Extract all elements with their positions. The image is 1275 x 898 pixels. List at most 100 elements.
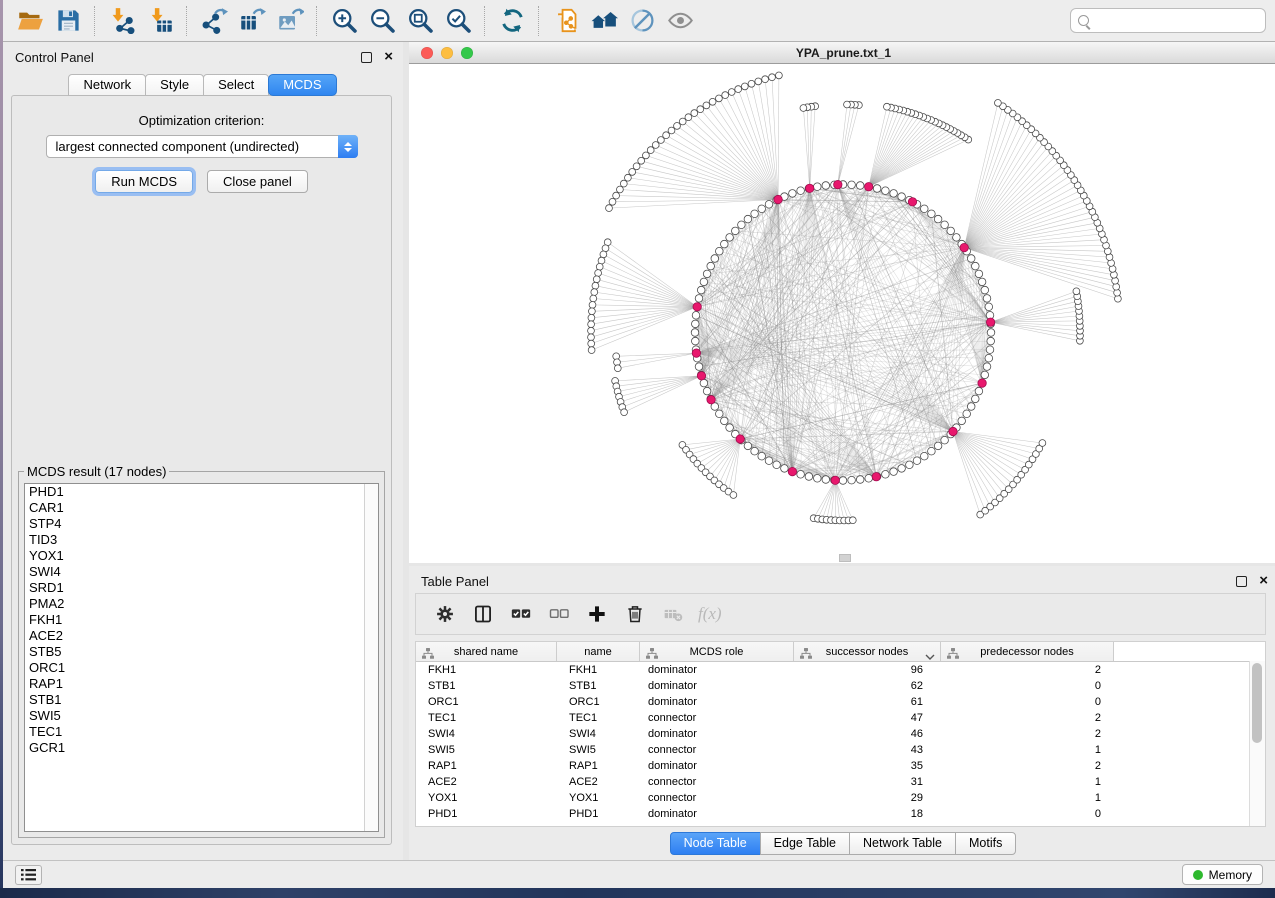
table-row[interactable]: FKH1FKH1dominator962 bbox=[416, 662, 1265, 678]
mcds-result-item[interactable]: TEC1 bbox=[25, 724, 378, 740]
cell[interactable]: dominator bbox=[640, 726, 794, 742]
mcds-result-item[interactable]: CAR1 bbox=[25, 500, 378, 516]
cell[interactable]: ACE2 bbox=[416, 774, 557, 790]
cell[interactable]: dominator bbox=[640, 806, 794, 822]
tab-edge-table[interactable]: Edge Table bbox=[760, 832, 850, 855]
mcds-result-item[interactable]: STP4 bbox=[25, 516, 378, 532]
tab-mcds[interactable]: MCDS bbox=[268, 74, 336, 96]
settings-gear-button[interactable] bbox=[432, 602, 457, 627]
zoom-fit-button[interactable] bbox=[401, 3, 439, 39]
mcds-result-item[interactable]: ACE2 bbox=[25, 628, 378, 644]
close-panel-icon[interactable]: × bbox=[384, 52, 393, 62]
cell[interactable]: STB1 bbox=[557, 678, 640, 694]
add-button[interactable] bbox=[584, 602, 609, 627]
cell[interactable]: 43 bbox=[794, 742, 941, 758]
cell[interactable]: SWI4 bbox=[416, 726, 557, 742]
import-network-button[interactable] bbox=[103, 3, 141, 39]
memory-button[interactable]: Memory bbox=[1182, 864, 1263, 885]
float-panel-icon[interactable] bbox=[1236, 576, 1247, 587]
mcds-result-item[interactable]: STB1 bbox=[25, 692, 378, 708]
column-layout-button[interactable] bbox=[470, 602, 495, 627]
mcds-result-item[interactable]: SWI4 bbox=[25, 564, 378, 580]
tab-node-table[interactable]: Node Table bbox=[670, 832, 761, 855]
cell[interactable]: 1 bbox=[941, 742, 1114, 758]
table-row[interactable]: SWI5SWI5connector431 bbox=[416, 742, 1265, 758]
mcds-result-item[interactable]: ORC1 bbox=[25, 660, 378, 676]
mcds-result-item[interactable]: TID3 bbox=[25, 532, 378, 548]
cell[interactable]: 18 bbox=[794, 806, 941, 822]
tab-style[interactable]: Style bbox=[145, 74, 204, 96]
clone-network-button[interactable] bbox=[547, 3, 585, 39]
mcds-result-item[interactable]: STB5 bbox=[25, 644, 378, 660]
table-row[interactable]: ORC1ORC1dominator610 bbox=[416, 694, 1265, 710]
cell[interactable]: SWI5 bbox=[557, 742, 640, 758]
mcds-result-item[interactable]: FKH1 bbox=[25, 612, 378, 628]
mcds-result-item[interactable]: YOX1 bbox=[25, 548, 378, 564]
column-header-MCDS-role[interactable]: MCDS role bbox=[640, 642, 794, 661]
export-image-button[interactable] bbox=[271, 3, 309, 39]
cell[interactable]: SWI4 bbox=[557, 726, 640, 742]
cell[interactable]: 1 bbox=[941, 774, 1114, 790]
cell[interactable]: 46 bbox=[794, 726, 941, 742]
save-session-button[interactable] bbox=[49, 3, 87, 39]
tab-motifs[interactable]: Motifs bbox=[955, 832, 1016, 855]
cell[interactable]: YOX1 bbox=[557, 790, 640, 806]
column-header-predecessor-nodes[interactable]: predecessor nodes bbox=[941, 642, 1114, 661]
cell[interactable]: FKH1 bbox=[557, 662, 640, 678]
cell[interactable]: 0 bbox=[941, 806, 1114, 822]
cell[interactable]: RAP1 bbox=[416, 758, 557, 774]
sort-caret-icon[interactable] bbox=[925, 648, 935, 655]
cell[interactable]: TEC1 bbox=[416, 710, 557, 726]
mcds-result-item[interactable]: GCR1 bbox=[25, 740, 378, 756]
table-scrollbar[interactable] bbox=[1249, 661, 1265, 826]
scrollbar-thumb[interactable] bbox=[1252, 663, 1262, 743]
delete-table-button[interactable] bbox=[660, 602, 685, 627]
mcds-result-item[interactable]: PMA2 bbox=[25, 596, 378, 612]
column-header-successor-nodes[interactable]: successor nodes bbox=[794, 642, 941, 661]
table-row[interactable]: STB1STB1dominator620 bbox=[416, 678, 1265, 694]
run-mcds-button[interactable]: Run MCDS bbox=[95, 170, 193, 193]
cell[interactable]: dominator bbox=[640, 678, 794, 694]
table-row[interactable]: PHD1PHD1dominator180 bbox=[416, 806, 1265, 822]
cell[interactable]: 31 bbox=[794, 774, 941, 790]
refresh-layout-button[interactable] bbox=[493, 3, 531, 39]
column-header-shared-name[interactable]: shared name bbox=[416, 642, 557, 661]
network-canvas[interactable] bbox=[409, 64, 1275, 563]
cell[interactable]: 2 bbox=[941, 662, 1114, 678]
zoom-selected-button[interactable] bbox=[439, 3, 477, 39]
close-panel-icon[interactable]: × bbox=[1259, 576, 1268, 586]
cell[interactable]: 96 bbox=[794, 662, 941, 678]
column-header-name[interactable]: name bbox=[557, 642, 640, 661]
task-history-button[interactable] bbox=[15, 865, 42, 885]
tab-select[interactable]: Select bbox=[203, 74, 269, 96]
mcds-list-scrollbar[interactable] bbox=[364, 484, 378, 831]
table-row[interactable]: ACE2ACE2connector311 bbox=[416, 774, 1265, 790]
zoom-in-button[interactable] bbox=[325, 3, 363, 39]
cell[interactable]: YOX1 bbox=[416, 790, 557, 806]
mcds-result-item[interactable]: PHD1 bbox=[25, 484, 378, 500]
table-row[interactable]: RAP1RAP1dominator352 bbox=[416, 758, 1265, 774]
cell[interactable]: connector bbox=[640, 790, 794, 806]
cell[interactable]: PHD1 bbox=[557, 806, 640, 822]
table-row[interactable]: SWI4SWI4dominator462 bbox=[416, 726, 1265, 742]
export-network-button[interactable] bbox=[195, 3, 233, 39]
cell[interactable]: 1 bbox=[941, 790, 1114, 806]
float-panel-icon[interactable] bbox=[361, 52, 372, 63]
cell[interactable]: 62 bbox=[794, 678, 941, 694]
cell[interactable]: dominator bbox=[640, 662, 794, 678]
cell[interactable]: connector bbox=[640, 742, 794, 758]
close-panel-button[interactable]: Close panel bbox=[207, 170, 308, 193]
cell[interactable]: 47 bbox=[794, 710, 941, 726]
cell[interactable]: 0 bbox=[941, 678, 1114, 694]
clear-selection-button[interactable] bbox=[546, 602, 571, 627]
mcds-result-item[interactable]: RAP1 bbox=[25, 676, 378, 692]
eye-button[interactable] bbox=[661, 3, 699, 39]
canvas-scroll-handle[interactable] bbox=[839, 554, 851, 562]
cell[interactable]: TEC1 bbox=[557, 710, 640, 726]
optimization-criterion-select[interactable]: largest connected component (undirected) bbox=[46, 135, 358, 158]
search-input[interactable] bbox=[1094, 11, 1265, 31]
cell[interactable]: RAP1 bbox=[557, 758, 640, 774]
cell[interactable]: 35 bbox=[794, 758, 941, 774]
cell[interactable]: 61 bbox=[794, 694, 941, 710]
cell[interactable]: ORC1 bbox=[416, 694, 557, 710]
